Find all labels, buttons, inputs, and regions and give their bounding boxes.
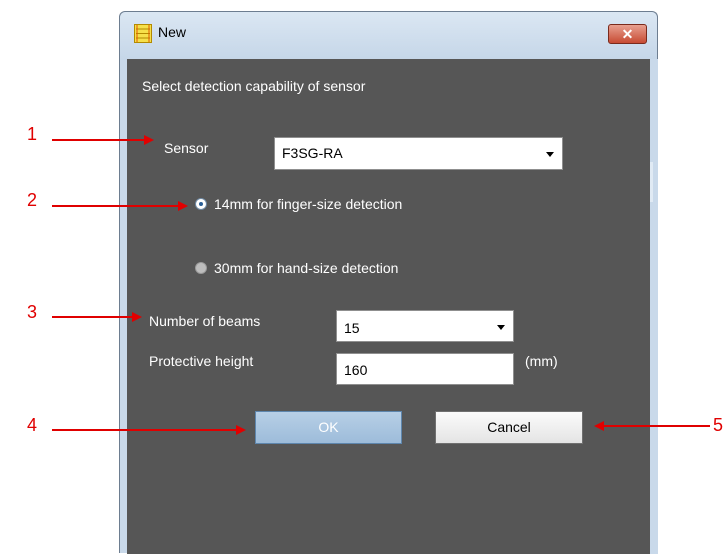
callout-arrows <box>52 135 710 435</box>
